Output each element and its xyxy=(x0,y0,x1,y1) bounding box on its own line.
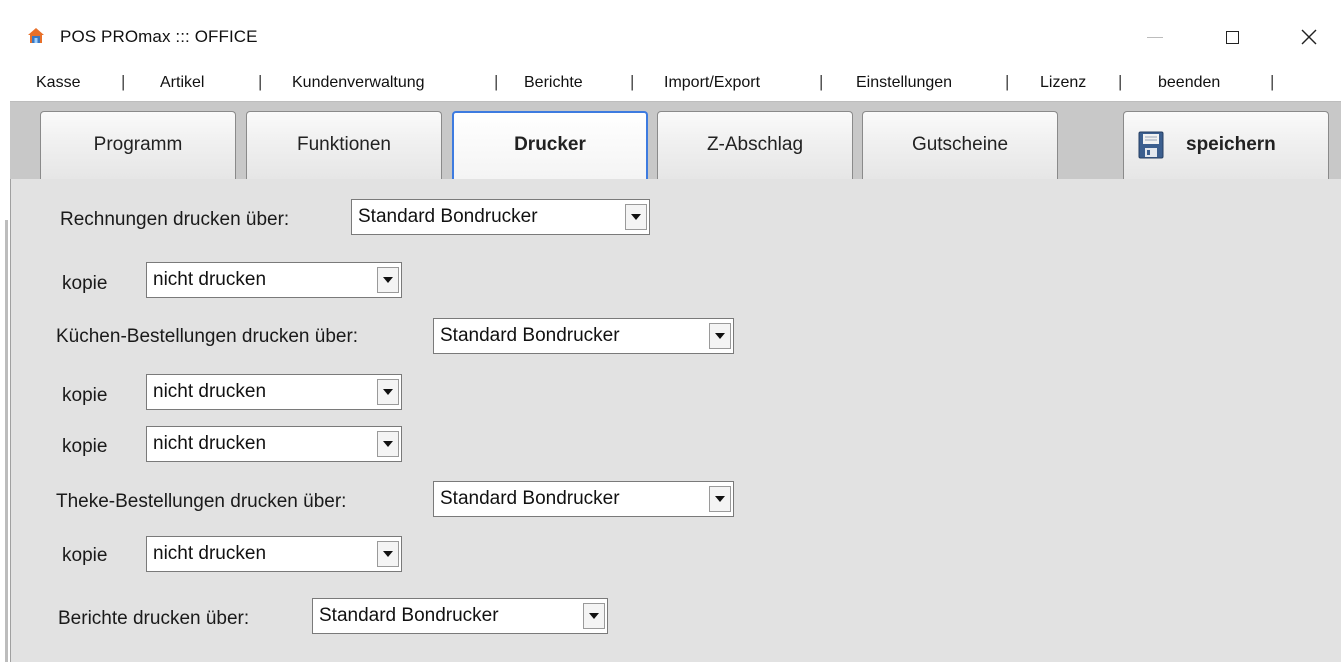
kuechen-kopie2-select[interactable]: nicht drucken xyxy=(146,426,402,462)
chevron-down-icon xyxy=(383,551,393,557)
dropdown-button[interactable] xyxy=(709,323,731,349)
chevron-down-icon xyxy=(383,441,393,447)
theke-kopie-select[interactable]: nicht drucken xyxy=(146,536,402,572)
menu-beenden[interactable]: beenden xyxy=(1158,73,1220,93)
kuechen-kopie1-select[interactable]: nicht drucken xyxy=(146,374,402,410)
tab-gutscheine[interactable]: Gutscheine xyxy=(862,111,1058,179)
select-value: nicht drucken xyxy=(153,433,267,454)
menu-bar: Kasse | Artikel | Kundenverwaltung | Ber… xyxy=(0,68,1341,100)
theke-label: Theke-Bestellungen drucken über: xyxy=(56,491,347,512)
theke-printer-select[interactable]: Standard Bondrucker xyxy=(433,481,734,517)
select-value: nicht drucken xyxy=(153,269,267,290)
chevron-down-icon xyxy=(715,333,725,339)
menu-separator: | xyxy=(630,72,635,91)
dropdown-button[interactable] xyxy=(377,541,399,567)
menu-kundenverwaltung[interactable]: Kundenverwaltung xyxy=(292,73,425,93)
dropdown-button[interactable] xyxy=(377,267,399,293)
select-value: Standard Bondrucker xyxy=(440,488,620,509)
menu-separator: | xyxy=(1118,72,1123,91)
settings-panel xyxy=(10,179,1341,662)
menu-separator: | xyxy=(494,72,499,91)
select-value: Standard Bondrucker xyxy=(440,325,620,346)
maximize-icon xyxy=(1225,30,1239,44)
chevron-down-icon xyxy=(589,613,599,619)
select-value: nicht drucken xyxy=(153,543,267,564)
chevron-down-icon xyxy=(631,214,641,220)
save-button[interactable]: speichern xyxy=(1123,111,1329,179)
tab-funktionen[interactable]: Funktionen xyxy=(246,111,442,179)
menu-artikel[interactable]: Artikel xyxy=(160,73,204,93)
tab-programm[interactable]: Programm xyxy=(40,111,236,179)
kopie-label: kopie xyxy=(62,436,108,457)
menu-einstellungen[interactable]: Einstellungen xyxy=(856,73,952,93)
minimize-button[interactable] xyxy=(1132,22,1178,52)
app-window: POS PROmax ::: OFFICE Kasse | Artikel | … xyxy=(0,0,1341,662)
app-house-icon xyxy=(28,28,44,43)
menu-separator: | xyxy=(121,72,126,91)
window-title: POS PROmax ::: OFFICE xyxy=(60,27,258,46)
dropdown-button[interactable] xyxy=(377,431,399,457)
dropdown-button[interactable] xyxy=(377,379,399,405)
tab-z-abschlag[interactable]: Z-Abschlag xyxy=(657,111,853,179)
rechnungen-kopie-select[interactable]: nicht drucken xyxy=(146,262,402,298)
close-icon xyxy=(1301,29,1317,45)
minimize-icon xyxy=(1147,36,1163,38)
menu-berichte[interactable]: Berichte xyxy=(524,73,583,93)
chevron-down-icon xyxy=(383,389,393,395)
kuechen-label: Küchen-Bestellungen drucken über: xyxy=(56,326,359,347)
save-label: speichern xyxy=(1186,133,1276,155)
kopie-label: kopie xyxy=(62,273,108,294)
select-value: nicht drucken xyxy=(153,381,267,402)
menu-separator: | xyxy=(1270,72,1275,91)
kuechen-printer-select[interactable]: Standard Bondrucker xyxy=(433,318,734,354)
menu-separator: | xyxy=(819,72,824,91)
dropdown-button[interactable] xyxy=(625,204,647,230)
tab-drucker[interactable]: Drucker xyxy=(452,111,648,179)
rechnungen-label: Rechnungen drucken über: xyxy=(60,209,290,230)
menu-separator: | xyxy=(1005,72,1010,91)
floppy-disk-icon xyxy=(1138,131,1164,158)
berichte-printer-select[interactable]: Standard Bondrucker xyxy=(312,598,608,634)
chevron-down-icon xyxy=(715,496,725,502)
window-left-border xyxy=(5,220,8,662)
berichte-label: Berichte drucken über: xyxy=(58,608,250,629)
select-value: Standard Bondrucker xyxy=(358,206,538,227)
rechnungen-printer-select[interactable]: Standard Bondrucker xyxy=(351,199,650,235)
dropdown-button[interactable] xyxy=(583,603,605,629)
menu-kasse[interactable]: Kasse xyxy=(36,73,80,93)
menu-lizenz[interactable]: Lizenz xyxy=(1040,73,1086,93)
dropdown-button[interactable] xyxy=(709,486,731,512)
title-bar: POS PROmax ::: OFFICE xyxy=(0,0,1341,68)
chevron-down-icon xyxy=(383,277,393,283)
maximize-button[interactable] xyxy=(1209,22,1255,52)
kopie-label: kopie xyxy=(62,545,108,566)
menu-import-export[interactable]: Import/Export xyxy=(664,73,760,93)
menu-separator: | xyxy=(258,72,263,91)
close-button[interactable] xyxy=(1286,22,1332,52)
kopie-label: kopie xyxy=(62,385,108,406)
select-value: Standard Bondrucker xyxy=(319,605,499,626)
